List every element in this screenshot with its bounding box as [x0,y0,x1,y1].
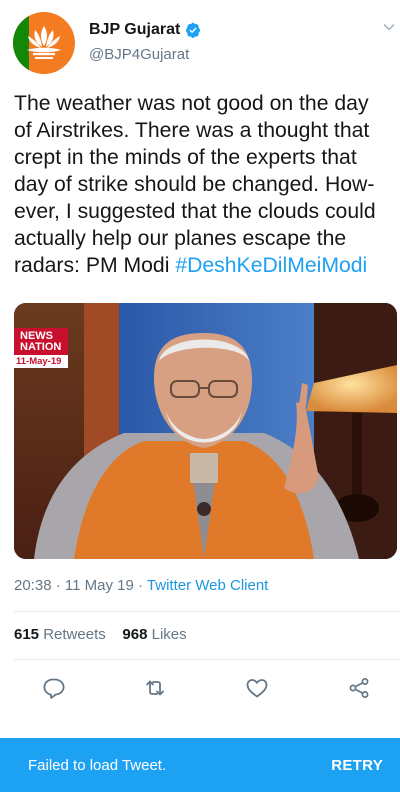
badge-date: 11-May-19 [14,355,68,368]
news-channel-badge: NEWS NATION 11-May-19 [14,328,68,368]
divider [14,611,400,612]
client-link[interactable]: Twitter Web Client [147,577,268,594]
retry-button[interactable]: RETRY [331,757,383,774]
hashtag-link[interactable]: #DeshKeDilMeiModi [175,254,367,277]
likes-label: Likes [151,626,187,643]
retweets-count: 615 [14,626,40,643]
tweet-text-line: of Airstrikes. There was a thought that [14,119,370,142]
retweets-stat[interactable]: 615 Retweets [14,626,106,643]
chevron-down-icon[interactable] [382,20,396,34]
tweet-stats: 615 Retweets 968 Likes [14,626,187,643]
badge-label: NEWS NATION [14,328,68,355]
tweet-meta: 20:38 · 11 May 19 · Twitter Web Client [14,577,268,594]
tweet-text: The weather was not good on the day of A… [14,90,394,279]
tweet-text-line: actually help our planes escape the [14,227,347,250]
retweets-label: Retweets [43,626,106,643]
tweet-text-line: day of strike should be changed. How- [14,173,375,196]
tweet-text-line-last: radars: PM Modi #DeshKeDilMeiModi [14,252,394,279]
tweet-text-line: ever, I suggested that the clouds could [14,200,376,223]
divider [14,659,400,660]
tweet-text-line: crept in the minds of the experts that [14,146,357,169]
share-icon[interactable] [347,676,371,700]
name-row: BJP Gujarat [89,18,201,42]
tweet-text-fragment: radars: PM Modi [14,254,176,277]
tweet-actions [0,670,400,710]
likes-count: 968 [122,626,148,643]
like-icon[interactable] [245,676,269,700]
tweet-media-image[interactable]: NEWS NATION 11-May-19 [14,303,397,559]
meta-separator: · [55,577,61,594]
error-message: Failed to load Tweet. [28,757,167,774]
tweet-header: BJP Gujarat @BJP4Gujarat [0,0,400,80]
reply-icon[interactable] [41,676,65,700]
meta-separator: · [138,577,143,594]
tweet-time: 20:38 [14,577,52,594]
likes-stat[interactable]: 968 Likes [122,626,186,643]
badge-label-line: NATION [20,341,62,353]
tweet-text-line: The weather was not good on the day [14,92,369,115]
verified-badge-icon [186,22,201,38]
tweet-date: 11 May 19 [64,577,134,594]
retweet-icon[interactable] [143,676,167,700]
handle[interactable]: @BJP4Gujarat [89,46,189,63]
news-interview-image [14,303,397,559]
lotus-logo-icon [27,26,61,59]
avatar[interactable] [13,12,75,74]
error-snackbar: Failed to load Tweet. RETRY [0,738,400,792]
display-name[interactable]: BJP Gujarat [89,21,180,39]
